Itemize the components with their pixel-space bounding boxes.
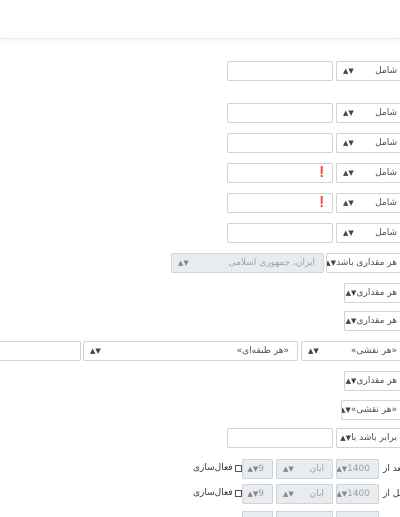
role-select-2[interactable]: «هر نقشی» ▲▼ xyxy=(341,400,400,420)
select-value: 1400 xyxy=(347,489,370,499)
role-text-input[interactable] xyxy=(0,341,81,361)
select-arrows-icon: ▲▼ xyxy=(345,316,357,325)
filter-operator-select-6[interactable]: شامل ▲▼ xyxy=(336,223,400,243)
filter-text-input-5[interactable]: ❗ xyxy=(227,193,333,213)
required-icon: ❗ xyxy=(315,167,328,178)
date-before-enable-checkbox[interactable]: فعال‌سازی xyxy=(193,488,242,498)
select-arrows-icon: ▲▼ xyxy=(247,464,259,473)
select-value: ابان xyxy=(309,464,324,474)
select-value: ایران، جمهوری اسلامی xyxy=(228,258,315,268)
country-value-select[interactable]: ایران، جمهوری اسلامی ▲▼ xyxy=(171,253,324,273)
select-arrows-icon: ▲▼ xyxy=(308,346,319,355)
date-after-enable-checkbox[interactable]: فعال‌سازی xyxy=(193,463,242,473)
select-value: شامل xyxy=(375,138,397,148)
select-arrows-icon: ▲▼ xyxy=(341,405,351,414)
select-arrows-icon: ▲▼ xyxy=(343,198,354,207)
select-arrows-icon: ▲▼ xyxy=(178,258,189,267)
checkbox-box[interactable] xyxy=(234,464,242,472)
partial-select-edge xyxy=(242,511,273,517)
select-arrows-icon: ▲▼ xyxy=(326,258,337,267)
date-after-month-select[interactable]: ابان ▲▼ xyxy=(276,459,333,479)
select-value: برابر باشد با xyxy=(351,433,397,443)
filter-operator-select-3[interactable]: شامل ▲▼ xyxy=(336,133,400,153)
select-arrows-icon: ▲▼ xyxy=(247,489,259,498)
checkbox-label: فعال‌سازی xyxy=(193,463,233,473)
checkbox-box[interactable] xyxy=(234,489,242,497)
filter-operator-select-2[interactable]: شامل ▲▼ xyxy=(336,103,400,123)
select-value: شامل xyxy=(375,168,397,178)
equal-text-input[interactable] xyxy=(227,428,333,448)
date-after-day-select[interactable]: 9 ▲▼ xyxy=(242,459,273,479)
filter-text-input-1[interactable] xyxy=(227,61,333,81)
partial-select-edge xyxy=(276,511,333,517)
select-value: شامل xyxy=(375,228,397,238)
category-select[interactable]: «هر طبقه‌ای» ▲▼ xyxy=(83,341,298,361)
select-arrows-icon: ▲▼ xyxy=(343,108,354,117)
select-arrows-icon: ▲▼ xyxy=(283,489,294,498)
filter-text-input-2[interactable] xyxy=(227,103,333,123)
date-before-year-select[interactable]: 1400 ▲▼ xyxy=(336,484,379,504)
top-header-bar xyxy=(0,0,400,39)
filter-text-input-6[interactable] xyxy=(227,223,333,243)
role-select[interactable]: «هر نقشی» ▲▼ xyxy=(301,341,400,361)
select-value: شامل xyxy=(375,198,397,208)
date-before-label: قبل از xyxy=(383,489,400,499)
select-value: «هر نقشی» xyxy=(350,405,397,415)
filter-operator-select-5[interactable]: شامل ▲▼ xyxy=(336,193,400,213)
select-value: شامل xyxy=(375,108,397,118)
select-value: هر مقداری xyxy=(356,288,397,298)
select-arrows-icon: ▲▼ xyxy=(343,168,354,177)
date-before-day-select[interactable]: 9 ▲▼ xyxy=(242,484,273,504)
any-value-select-2[interactable]: هر مقداری ▲▼ xyxy=(344,311,400,331)
select-value: ابان xyxy=(309,489,324,499)
select-arrows-icon: ▲▼ xyxy=(340,433,352,442)
select-arrows-icon: ▲▼ xyxy=(90,346,101,355)
select-arrows-icon: ▲▼ xyxy=(336,489,348,498)
filter-text-input-4[interactable]: ❗ xyxy=(227,163,333,183)
filter-operator-select-1[interactable]: شامل ▲▼ xyxy=(336,61,400,81)
select-arrows-icon: ▲▼ xyxy=(336,464,348,473)
select-value: هر مقداری xyxy=(356,316,397,326)
select-value: 1400 xyxy=(347,464,370,474)
date-after-year-select[interactable]: 1400 ▲▼ xyxy=(336,459,379,479)
select-arrows-icon: ▲▼ xyxy=(343,228,354,237)
date-after-label: بعد از xyxy=(383,464,400,474)
country-operator-select[interactable]: هر مقداری باشد ▲▼ xyxy=(326,253,400,273)
filter-operator-select-4[interactable]: شامل ▲▼ xyxy=(336,163,400,183)
any-value-select-3[interactable]: هر مقداری ▲▼ xyxy=(344,371,400,391)
select-value: 9 xyxy=(258,489,264,499)
select-arrows-icon: ▲▼ xyxy=(343,138,354,147)
select-value: شامل xyxy=(375,66,397,76)
filter-text-input-3[interactable] xyxy=(227,133,333,153)
select-value: هر مقداری xyxy=(356,376,397,386)
checkbox-label: فعال‌سازی xyxy=(193,488,233,498)
select-value: «هر طبقه‌ای» xyxy=(236,346,289,356)
date-before-month-select[interactable]: ابان ▲▼ xyxy=(276,484,333,504)
equal-operator-select[interactable]: برابر باشد با ▲▼ xyxy=(336,428,400,448)
any-value-select-1[interactable]: هر مقداری ▲▼ xyxy=(344,283,400,303)
select-arrows-icon: ▲▼ xyxy=(283,464,294,473)
required-icon: ❗ xyxy=(315,197,328,208)
select-value: 9 xyxy=(258,464,264,474)
partial-select-edge xyxy=(336,511,379,517)
select-arrows-icon: ▲▼ xyxy=(343,66,354,75)
select-value: هر مقداری باشد xyxy=(336,258,397,268)
select-value: «هر نقشی» xyxy=(350,346,397,356)
select-arrows-icon: ▲▼ xyxy=(345,376,357,385)
select-arrows-icon: ▲▼ xyxy=(345,288,357,297)
